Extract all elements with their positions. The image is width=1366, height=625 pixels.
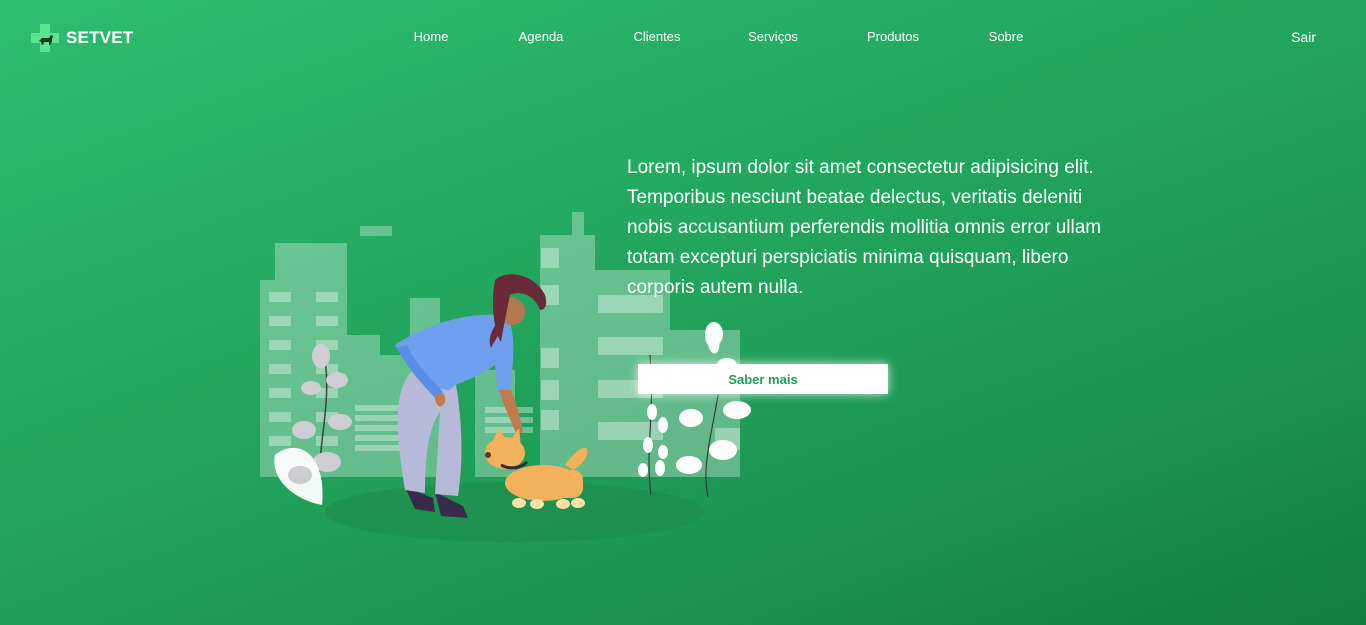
nav-home[interactable]: Home [414, 29, 449, 44]
hero-description: Lorem, ipsum dolor sit amet consectetur … [627, 157, 1102, 298]
nav-sobre[interactable]: Sobre [989, 29, 1024, 44]
logout-link[interactable]: Sair [1291, 29, 1316, 45]
nav-agenda[interactable]: Agenda [519, 29, 564, 44]
top-navbar: SETVET Home Agenda Clientes Serviços Pro… [0, 0, 1366, 76]
saber-mais-button[interactable]: Saber mais [638, 364, 888, 394]
main-nav: Home Agenda Clientes Serviços Produtos S… [0, 29, 1366, 49]
nav-servicos[interactable]: Serviços [748, 29, 798, 44]
nav-clientes[interactable]: Clientes [634, 29, 681, 44]
nav-produtos[interactable]: Produtos [867, 29, 919, 44]
